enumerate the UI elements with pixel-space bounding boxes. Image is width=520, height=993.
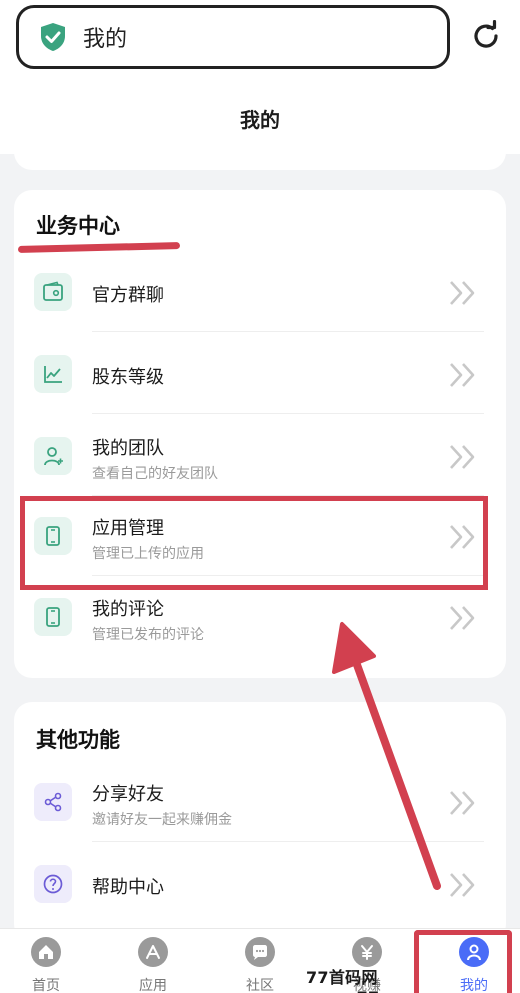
menu-item-official-group[interactable]: 官方群聊: [14, 252, 506, 332]
menu-item-help-center[interactable]: 帮助中心: [14, 844, 506, 924]
tab-label: 社区: [246, 978, 274, 993]
double-chevron-right-icon: [450, 363, 475, 387]
watermark: 77首码网 www.77smw.com: [306, 968, 464, 993]
yen-icon: [352, 937, 382, 967]
menu-item-label: 我的评论: [92, 599, 164, 620]
menu-item-subtitle: 邀请好友一起来赚佣金: [92, 812, 232, 828]
menu-item-label: 分享好友: [92, 784, 164, 805]
section-title-other-functions: 其他功能: [36, 728, 120, 752]
double-chevron-right-icon: [450, 606, 475, 630]
tab-label: 首页: [32, 978, 60, 993]
menu-item-label: 帮助中心: [92, 877, 164, 898]
menu-item-share-friends[interactable]: 分享好友 邀请好友一起来赚佣金: [14, 762, 506, 842]
divider: [92, 331, 484, 332]
annotation-highlight-box: [20, 496, 488, 590]
tab-apps[interactable]: 应用: [101, 929, 205, 993]
address-text: 我的: [83, 27, 128, 52]
double-chevron-right-icon: [450, 445, 475, 469]
chat-icon: [245, 937, 275, 967]
double-chevron-right-icon: [450, 873, 475, 897]
menu-item-label: 股东等级: [92, 367, 164, 388]
tab-label: 应用: [139, 978, 167, 993]
help-icon: [34, 865, 72, 903]
menu-item-shareholder-level[interactable]: 股东等级: [14, 334, 506, 414]
shield-check-icon: [41, 23, 65, 51]
menu-item-subtitle: 管理已发布的评论: [92, 627, 204, 643]
tab-community[interactable]: 社区: [208, 929, 312, 993]
app-store-icon: [138, 937, 168, 967]
divider: [92, 413, 484, 414]
browser-bar: 我的: [0, 0, 520, 82]
other-functions-card: 其他功能 分享好友 邀请好友一起来赚佣金 帮助中心: [14, 702, 506, 942]
share-icon: [34, 783, 72, 821]
user-plus-icon: [34, 437, 72, 475]
tab-home[interactable]: 首页: [0, 929, 98, 993]
menu-item-subtitle: 查看自己的好友团队: [92, 466, 218, 482]
divider: [92, 841, 484, 842]
menu-item-label: 我的团队: [92, 438, 164, 459]
menu-item-label: 官方群聊: [92, 285, 164, 306]
line-chart-icon: [34, 355, 72, 393]
wallet-icon: [34, 273, 72, 311]
previous-card-bottom: [14, 140, 506, 170]
home-icon: [31, 937, 61, 967]
phone-icon: [34, 598, 72, 636]
section-title-business-center: 业务中心: [36, 214, 120, 238]
double-chevron-right-icon: [450, 791, 475, 815]
address-bar[interactable]: 我的: [16, 5, 450, 69]
double-chevron-right-icon: [450, 281, 475, 305]
business-center-card: 业务中心 官方群聊 股东等级 我的团队 查看自己的好友团队 应用管理 管理已上传…: [14, 190, 506, 678]
menu-item-my-team[interactable]: 我的团队 查看自己的好友团队: [14, 416, 506, 496]
reload-icon[interactable]: [470, 20, 502, 52]
